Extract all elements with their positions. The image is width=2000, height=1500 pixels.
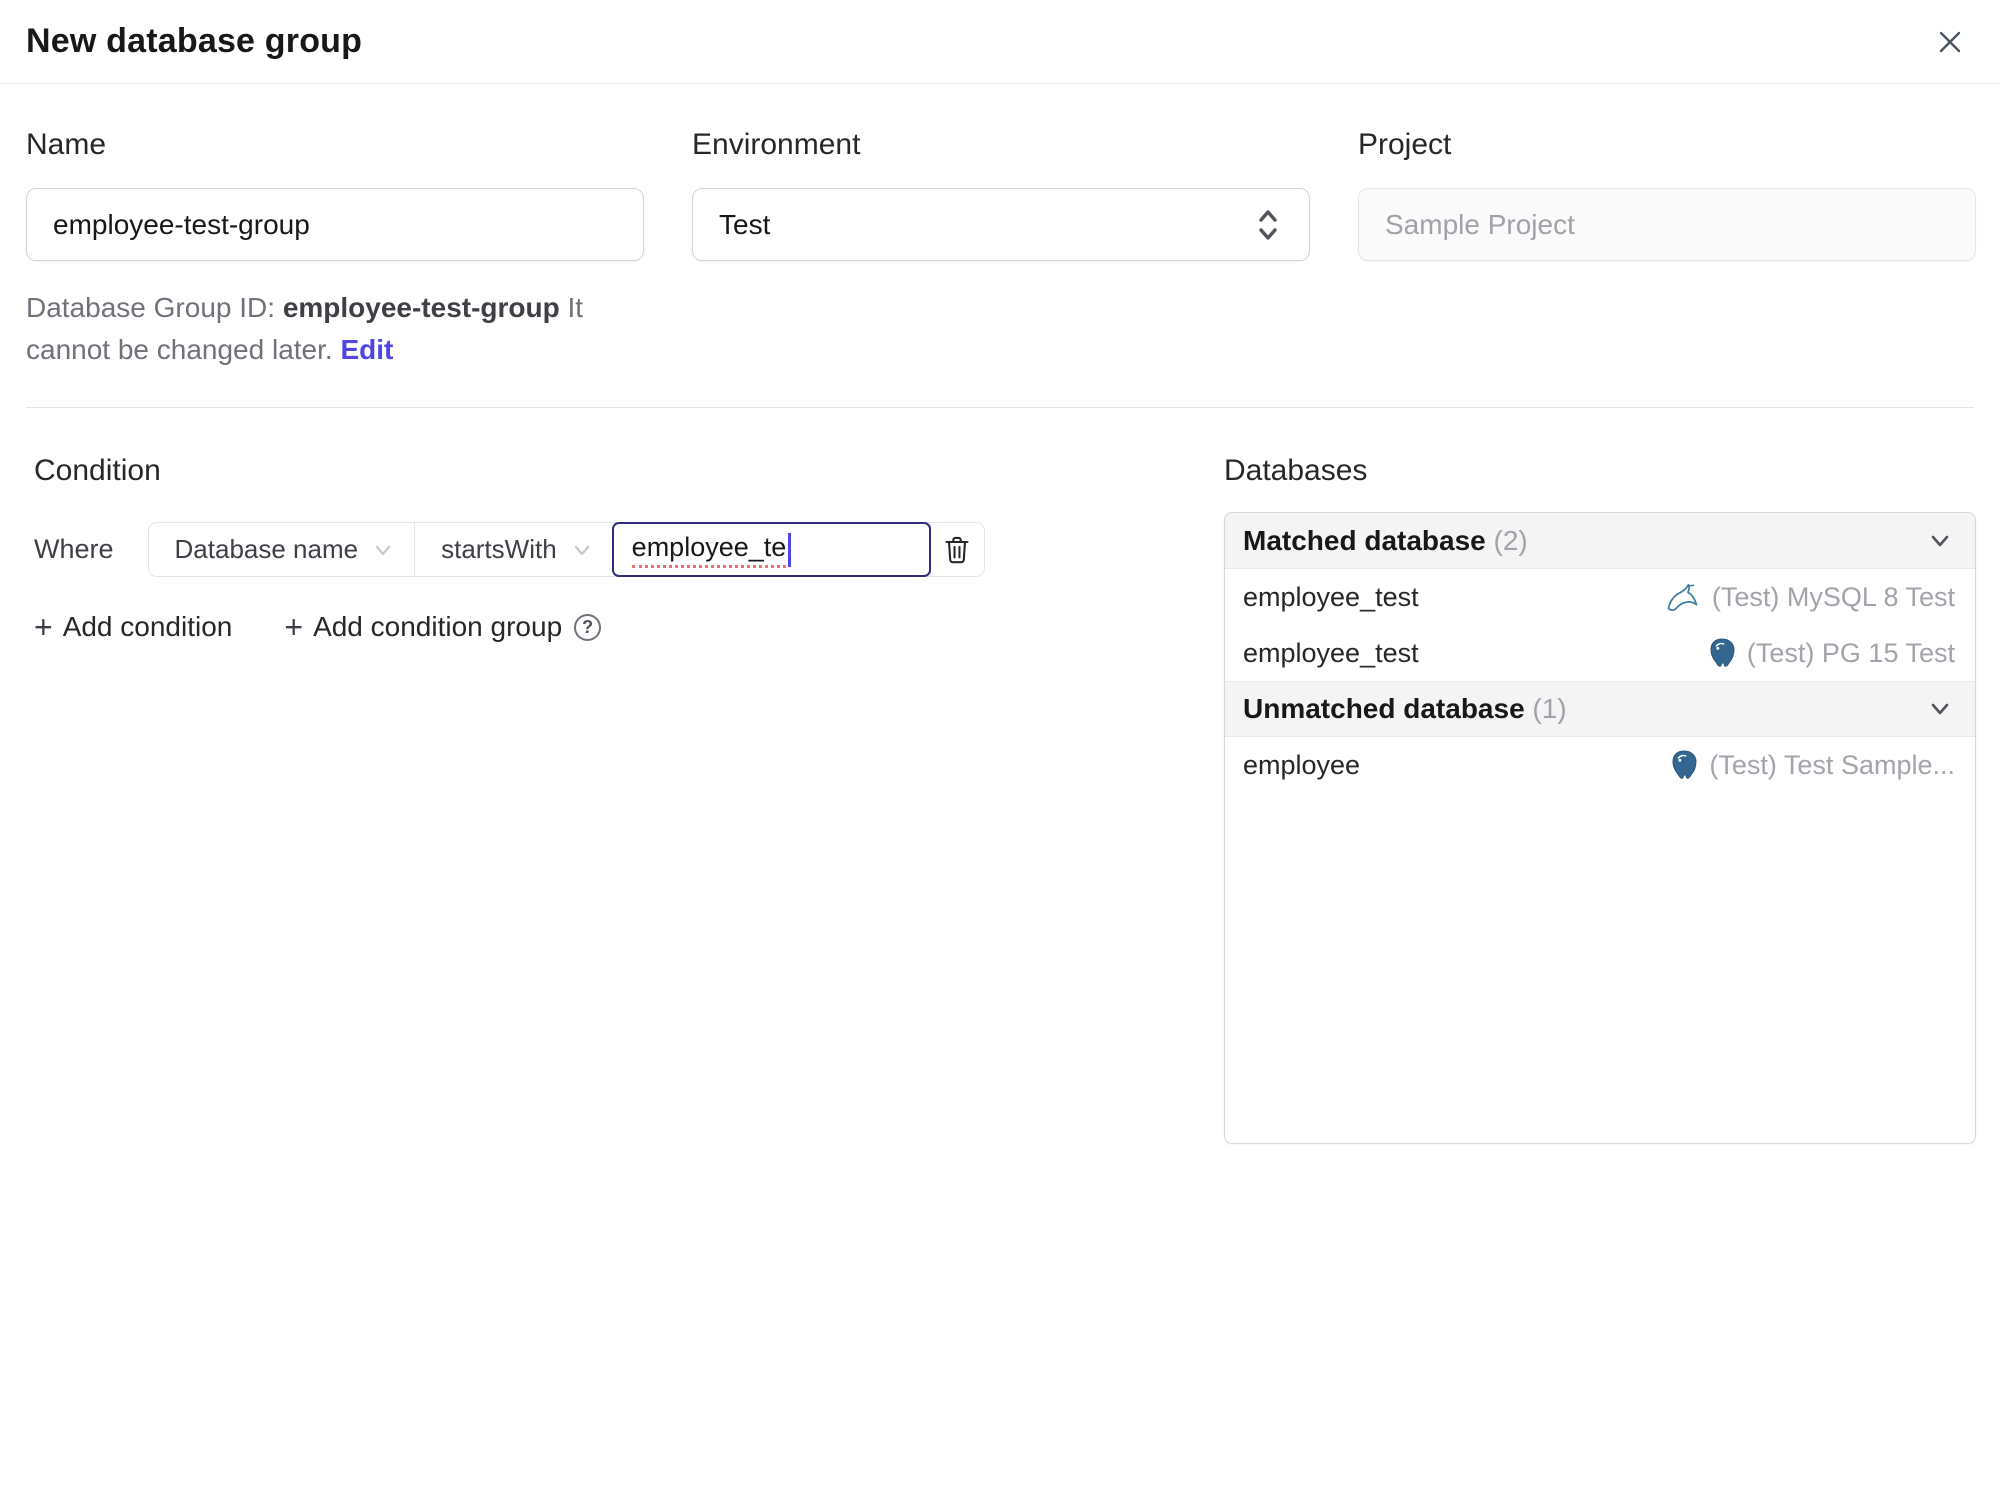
database-name: employee_test (1243, 581, 1419, 612)
postgresql-icon (1707, 637, 1737, 669)
database-instance-label: (Test) MySQL 8 Test (1711, 581, 1955, 612)
environment-select[interactable]: Test (692, 188, 1310, 261)
id-note-id: employee-test-group (282, 292, 560, 323)
database-instance-label: (Test) PG 15 Test (1746, 637, 1955, 668)
chevron-down-icon (1925, 526, 1955, 556)
condition-heading: Condition (34, 454, 161, 487)
id-note-prefix: Database Group ID: (26, 292, 283, 323)
condition-field-value: Database name (174, 534, 359, 564)
page-title: New database group (26, 22, 363, 60)
condition-section: Condition Where Database name startsWith (26, 452, 1224, 1144)
matched-database-count: (2) (1493, 524, 1528, 556)
database-instance: (Test) Test Sample... (1669, 749, 1955, 781)
databases-panel-empty-area (1225, 793, 1975, 1143)
unmatched-database-label: Unmatched database (1243, 693, 1525, 724)
text-cursor (788, 532, 791, 567)
unmatched-database-title: Unmatched database (1) (1243, 693, 1567, 725)
condition-field-select[interactable]: Database name (149, 523, 416, 576)
name-label: Name (26, 128, 107, 161)
project-input (1358, 188, 1976, 261)
unmatched-database-count: (1) (1532, 693, 1567, 724)
matched-database-label: Matched database (1243, 524, 1486, 556)
condition-value-input[interactable]: employee_te (611, 522, 931, 577)
condition-row: Where Database name startsWith employee_… (34, 522, 1224, 577)
databases-heading: Databases (1224, 454, 1368, 487)
trash-icon (942, 534, 972, 566)
condition-operator-select[interactable]: startsWith (415, 523, 613, 576)
environment-selected-value: Test (719, 208, 771, 240)
close-button[interactable] (1928, 20, 1972, 64)
add-condition-group-label: Add condition group (313, 611, 563, 642)
condition-operator-value: startsWith (441, 534, 557, 564)
databases-section: Databases Matched database (2) employee_… (1224, 452, 1976, 1144)
condition-actions: + Add condition + Add condition group ? (34, 611, 1224, 643)
database-row: employee_test (Test) PG 15 Test (1225, 625, 1975, 681)
name-input[interactable] (26, 188, 644, 261)
add-condition-label: Add condition (62, 611, 233, 642)
chevron-down-icon (372, 539, 394, 561)
chevron-down-icon (1925, 694, 1955, 724)
project-label: Project (1358, 128, 1452, 161)
database-row: employee_test (Test) MySQL 8 Test (1225, 569, 1975, 625)
database-name: employee_test (1243, 637, 1419, 668)
form-row: Name Database Group ID: employee-test-gr… (0, 126, 2000, 371)
environment-label: Environment (692, 128, 861, 161)
where-label: Where (34, 534, 114, 564)
close-icon (1934, 26, 1966, 58)
database-instance-label: (Test) Test Sample... (1709, 749, 1955, 780)
condition-expression-group: Database name startsWith employee_te (147, 522, 985, 577)
section-divider (26, 407, 1974, 408)
database-group-id-note: Database Group ID: employee-test-group I… (26, 287, 644, 371)
add-condition-button[interactable]: + Add condition (34, 611, 232, 643)
matched-database-title: Matched database (2) (1243, 525, 1528, 557)
databases-panel: Matched database (2) employee_test (Test… (1224, 512, 1976, 1144)
condition-value-text: employee_te (631, 532, 787, 568)
postgresql-icon (1669, 749, 1699, 781)
plus-icon: + (284, 609, 304, 645)
database-row: employee (Test) Test Sample... (1225, 737, 1975, 793)
unmatched-database-header[interactable]: Unmatched database (1) (1225, 681, 1975, 737)
add-condition-group-button[interactable]: + Add condition group (284, 611, 562, 643)
help-icon[interactable]: ? (574, 613, 602, 641)
plus-icon: + (34, 609, 53, 645)
database-name: employee (1243, 749, 1361, 780)
main-area: Condition Where Database name startsWith (0, 452, 2000, 1144)
mysql-icon (1666, 582, 1702, 612)
environment-field-group: Environment Test (692, 126, 1310, 371)
name-field-group: Name Database Group ID: employee-test-gr… (26, 126, 644, 371)
delete-condition-button[interactable] (929, 523, 984, 576)
database-instance: (Test) PG 15 Test (1707, 637, 1955, 669)
edit-id-link[interactable]: Edit (340, 334, 393, 365)
dialog-header: New database group (0, 0, 2000, 84)
matched-database-header[interactable]: Matched database (2) (1225, 513, 1975, 569)
database-instance: (Test) MySQL 8 Test (1666, 582, 1955, 613)
project-field-group: Project (1358, 126, 1976, 371)
chevron-up-down-icon (1253, 205, 1283, 245)
chevron-down-icon (571, 539, 593, 561)
